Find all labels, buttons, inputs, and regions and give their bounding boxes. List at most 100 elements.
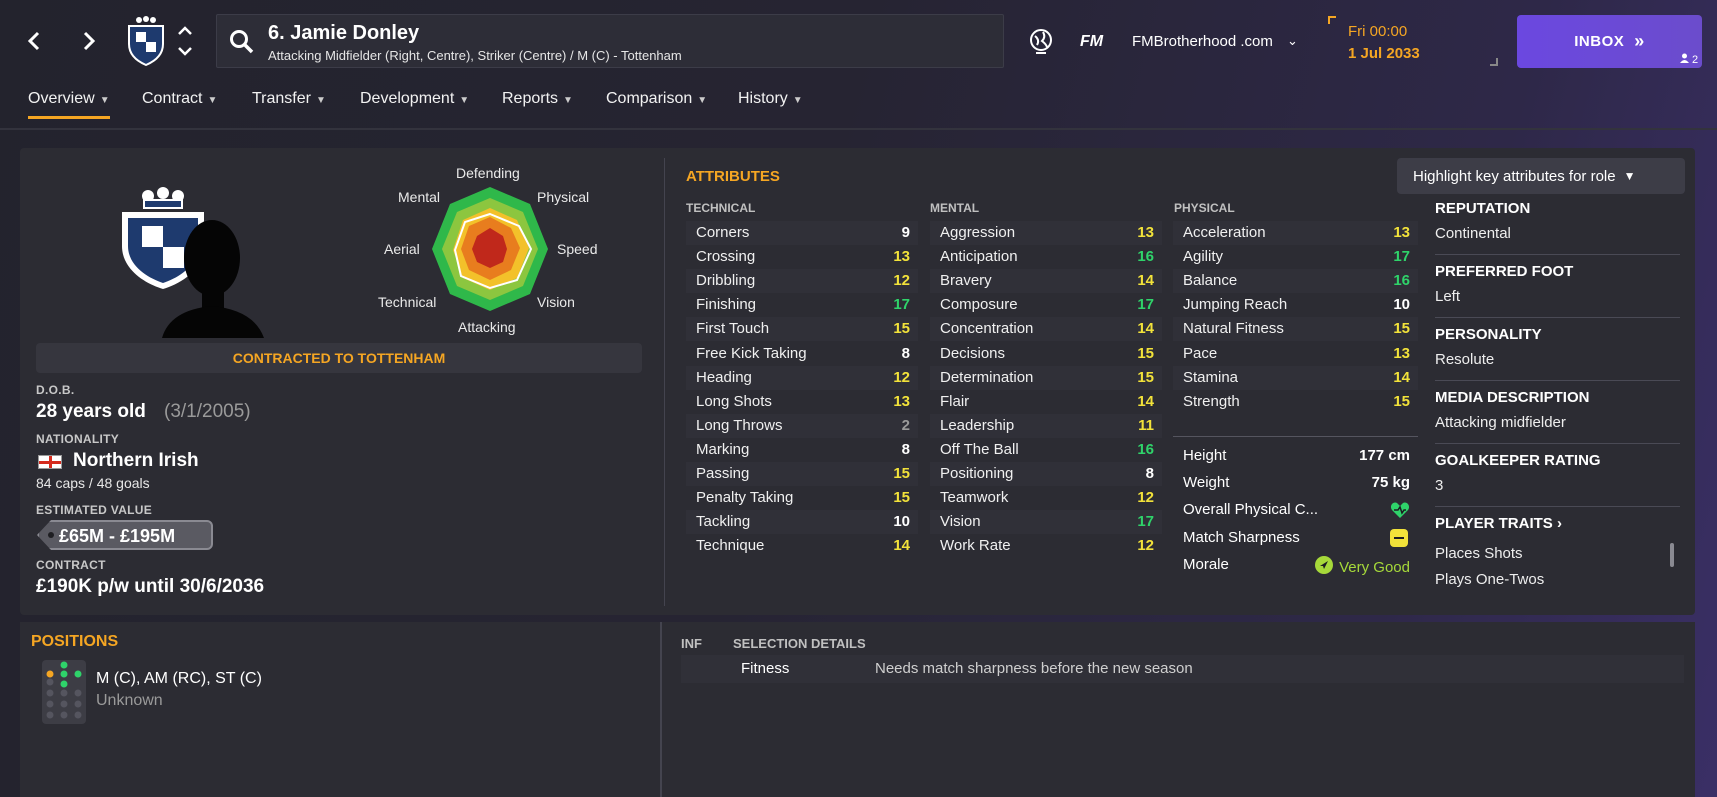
tab-overview[interactable]: Overview ▼ [28, 90, 110, 119]
attribute-row[interactable]: Heading 12 [686, 365, 918, 390]
tab-development[interactable]: Development ▼ [360, 90, 469, 108]
chevron-down-icon[interactable]: ⌄ [1287, 33, 1298, 49]
attribute-value: 12 [893, 272, 910, 290]
inbox-count: 2 [1692, 53, 1699, 66]
goalkeeper-rating-value: 3 [1435, 477, 1444, 494]
tab-transfer[interactable]: Transfer ▼ [252, 90, 326, 108]
attribute-row[interactable]: Bravery 14 [930, 269, 1162, 294]
tab-comparison[interactable]: Comparison ▼ [606, 90, 707, 108]
highlight-roles-label: Highlight key attributes for role [1413, 167, 1616, 185]
attribute-value: 2 [901, 416, 910, 434]
attribute-row[interactable]: Balance 16 [1173, 269, 1418, 294]
attribute-name: Determination [940, 368, 1034, 386]
attribute-value: 15 [1393, 320, 1410, 338]
attribute-name: Work Rate [940, 537, 1011, 555]
tab-history[interactable]: History ▼ [738, 90, 803, 108]
trait-item: Places Shots [1435, 545, 1523, 562]
attribute-name: Marking [696, 440, 750, 458]
attribute-row[interactable]: Leadership 11 [930, 413, 1162, 438]
attribute-value: 17 [1137, 296, 1154, 314]
attribute-row[interactable]: Technique 14 [686, 534, 918, 558]
attribute-row[interactable]: Stamina 14 [1173, 365, 1418, 390]
inf-header: INF [681, 636, 702, 651]
attribute-row[interactable]: Free Kick Taking 8 [686, 342, 918, 366]
attribute-name: Vision [940, 513, 981, 531]
date-corner-top [1328, 16, 1336, 24]
attribute-value: 10 [1393, 296, 1410, 314]
attribute-row[interactable]: Composure 17 [930, 293, 1162, 317]
top-bar: 6. Jamie Donley Attacking Midfielder (Ri… [0, 0, 1717, 84]
attribute-row[interactable]: Work Rate 12 [930, 534, 1162, 558]
attribute-value: 8 [1145, 465, 1154, 482]
personality-label: PERSONALITY [1435, 326, 1542, 343]
attribute-row[interactable]: Agility 17 [1173, 245, 1418, 269]
tab-label: Comparison [606, 90, 693, 107]
attribute-row[interactable]: Off The Ball 16 [930, 438, 1162, 462]
attribute-name: Penalty Taking [696, 489, 794, 507]
site-label[interactable]: FMBrotherhood .com [1132, 33, 1273, 50]
attribute-row[interactable]: Marking 8 [686, 438, 918, 462]
attribute-name: Long Throws [696, 416, 783, 434]
attribute-row[interactable]: Aggression 13 [930, 221, 1162, 245]
tab-contract[interactable]: Contract ▼ [142, 90, 217, 108]
attribute-row[interactable]: Long Throws 2 [686, 413, 918, 438]
morale-value: Very Good [1339, 558, 1410, 576]
attribute-row[interactable]: Penalty Taking 15 [686, 486, 918, 510]
attribute-row[interactable]: Teamwork 12 [930, 486, 1162, 510]
attribute-row[interactable]: Flair 14 [930, 390, 1162, 414]
attribute-row[interactable]: Vision 17 [930, 510, 1162, 535]
player-search-box[interactable]: 6. Jamie Donley Attacking Midfielder (Ri… [216, 14, 1004, 68]
up-down-icon[interactable] [175, 24, 195, 58]
radar-label-speed: Speed [557, 241, 598, 257]
club-badge-icon[interactable] [125, 14, 167, 67]
attribute-value: 12 [1137, 537, 1154, 555]
traits-scrollbar[interactable] [1670, 543, 1674, 567]
attribute-value: 14 [1137, 320, 1154, 338]
tab-label: Contract [142, 90, 203, 107]
physical-divider [1173, 436, 1418, 437]
forward-icon[interactable] [75, 26, 103, 56]
caps-value: 84 caps / 48 goals [36, 475, 150, 491]
attribute-row[interactable]: Determination 15 [930, 365, 1162, 390]
attribute-row[interactable]: Anticipation 16 [930, 245, 1162, 269]
back-icon[interactable] [20, 26, 48, 56]
radar-label-physical: Physical [537, 189, 590, 205]
match-sharpness-label: Match Sharpness [1183, 529, 1300, 546]
player-traits-link[interactable]: PLAYER TRAITS › [1435, 515, 1562, 532]
attribute-row[interactable]: Natural Fitness 15 [1173, 317, 1418, 342]
positions-status: Unknown [96, 692, 163, 709]
attribute-row[interactable]: Jumping Reach 10 [1173, 293, 1418, 317]
attribute-value: 10 [893, 513, 910, 531]
globe-icon[interactable] [1028, 27, 1054, 60]
attribute-name: Acceleration [1183, 224, 1266, 241]
tab-label: Development [360, 90, 455, 107]
attribute-row[interactable]: Passing 15 [686, 462, 918, 486]
search-icon[interactable] [229, 29, 255, 60]
attribute-row[interactable]: Strength 15 [1173, 390, 1418, 414]
attribute-row[interactable]: Concentration 14 [930, 317, 1162, 342]
attribute-row[interactable]: Tackling 10 [686, 510, 918, 535]
attribute-name: Tackling [696, 513, 751, 531]
attribute-value: 15 [893, 465, 910, 482]
attribute-row[interactable]: Finishing 17 [686, 293, 918, 317]
attribute-row[interactable]: Acceleration 13 [1173, 221, 1418, 245]
attribute-row[interactable]: Crossing 13 [686, 245, 918, 269]
selection-details-header: SELECTION DETAILS [733, 636, 866, 651]
inbox-button[interactable]: INBOX » [1517, 15, 1702, 68]
attribute-value: 17 [1137, 513, 1154, 531]
attribute-row[interactable]: Positioning 8 [930, 462, 1162, 486]
nationality-value: Northern Irish [73, 450, 199, 471]
dob-label: D.O.B. [36, 383, 75, 397]
attribute-value: 13 [1393, 224, 1410, 241]
attribute-row[interactable]: Pace 13 [1173, 342, 1418, 366]
heart-icon [1390, 501, 1410, 523]
attribute-row[interactable]: Decisions 15 [930, 342, 1162, 366]
attribute-row[interactable]: Dribbling 12 [686, 269, 918, 294]
selection-row-text: Needs match sharpness before the new sea… [875, 660, 1193, 677]
attribute-value: 13 [1137, 224, 1154, 241]
attribute-row[interactable]: First Touch 15 [686, 317, 918, 342]
attribute-row[interactable]: Long Shots 13 [686, 390, 918, 414]
attribute-row[interactable]: Corners 9 [686, 221, 918, 245]
highlight-roles-button[interactable]: Highlight key attributes for role ▼ [1397, 158, 1685, 194]
tab-reports[interactable]: Reports ▼ [502, 90, 573, 108]
